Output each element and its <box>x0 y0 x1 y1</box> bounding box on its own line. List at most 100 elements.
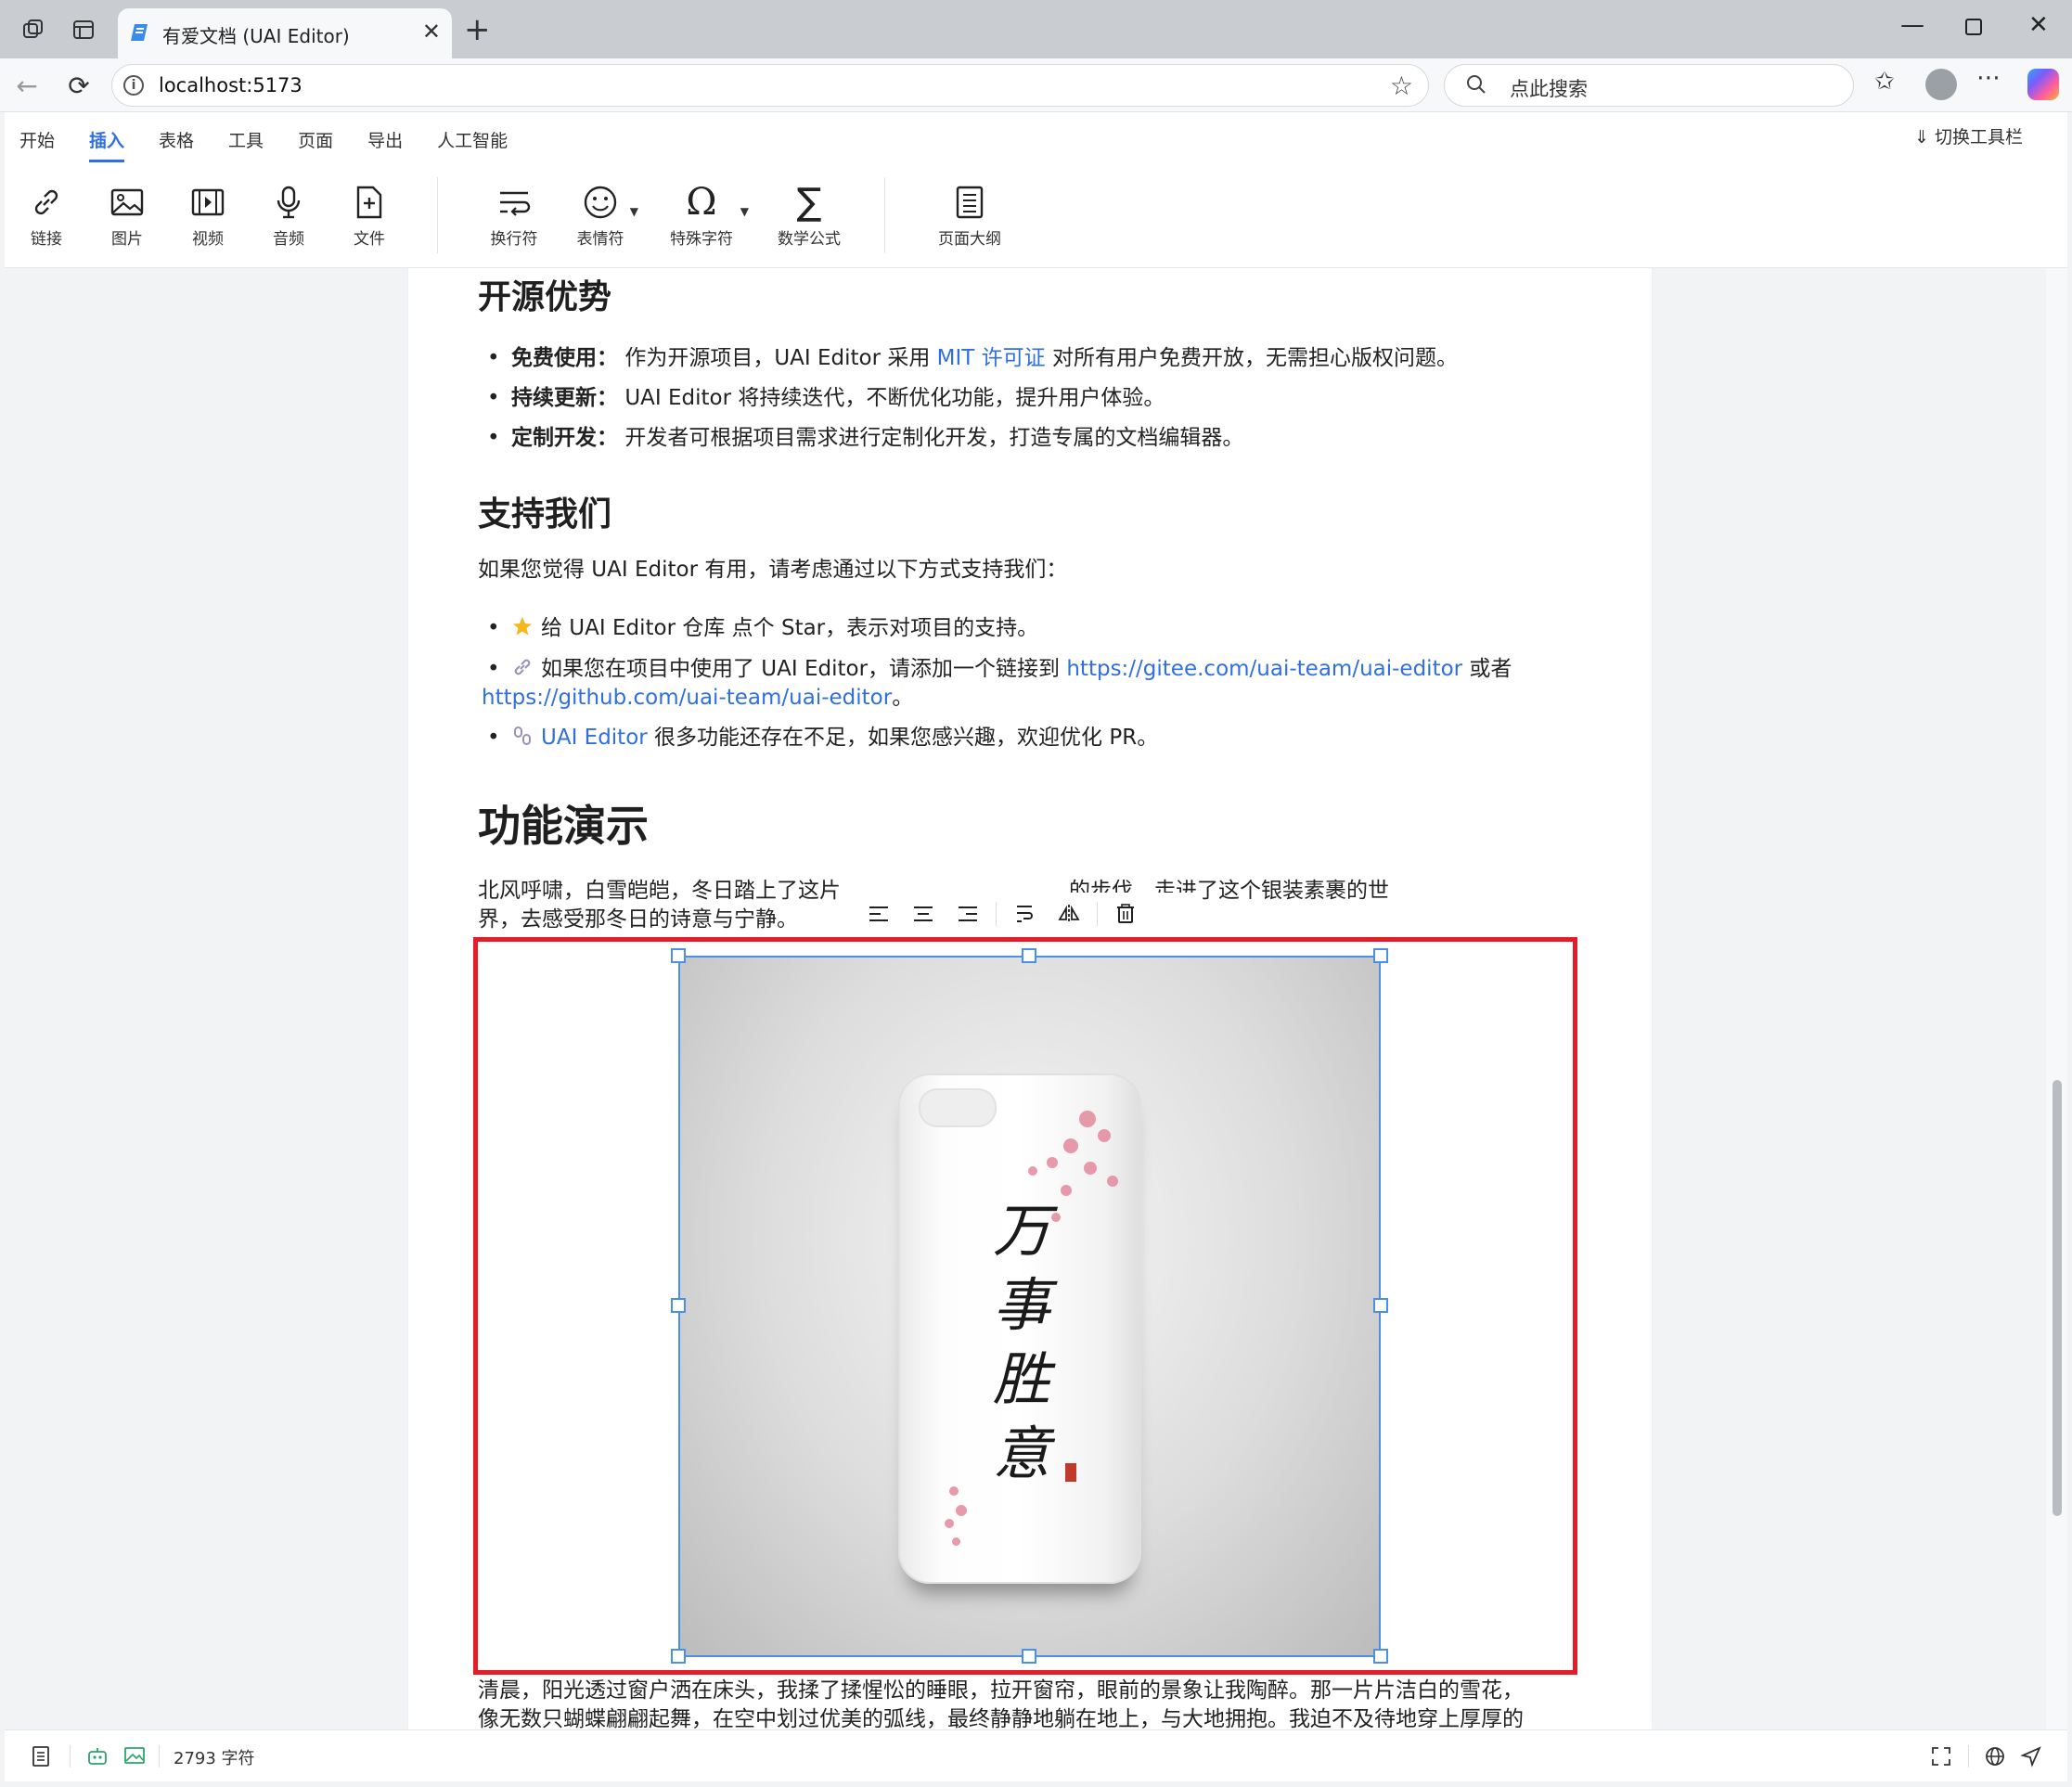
omega-icon: Ω <box>686 181 717 224</box>
resize-handle[interactable] <box>671 1649 686 1664</box>
outline-label: 页面大纲 <box>938 230 1001 249</box>
vertical-tabs-icon[interactable] <box>67 13 100 46</box>
insert-emoji-button[interactable]: 表情符 ▼ <box>559 181 642 249</box>
document-icon <box>32 1746 49 1767</box>
menu-table[interactable]: 表格 <box>159 127 194 152</box>
microphone-icon <box>277 186 301 219</box>
delete-image-button[interactable] <box>1103 895 1148 932</box>
text-wrap-button[interactable] <box>1002 895 1047 932</box>
insert-audio-button[interactable]: 音频 <box>247 181 330 249</box>
browser-tab[interactable]: 有爱文档 (UAI Editor) ✕ <box>118 8 452 58</box>
insert-special-char-button[interactable]: Ω 特殊字符 ▼ <box>660 181 749 249</box>
new-tab-button[interactable]: + <box>464 13 491 46</box>
image-icon <box>110 188 144 216</box>
address-bar[interactable]: i localhost:5173 ☆ <box>111 64 1429 107</box>
mit-license-link[interactable]: MIT 许可证 <box>937 346 1046 370</box>
language-button[interactable] <box>1984 1745 2006 1768</box>
uai-editor-link[interactable]: UAI Editor <box>541 726 648 750</box>
list-item-label: 持续更新： <box>511 386 618 410</box>
emoji-label: 表情符 <box>576 230 624 249</box>
favorites-icon[interactable]: ✩ <box>1874 68 1895 96</box>
browser-toolbar: ← ⟳ i localhost:5173 ☆ 点此搜索 ✩ ⋯ <box>0 58 2072 112</box>
profile-avatar[interactable] <box>1925 69 1957 100</box>
status-divider <box>159 1745 160 1768</box>
emoji-dropdown-icon[interactable]: ▼ <box>630 205 638 218</box>
status-divider <box>70 1745 71 1768</box>
video-label: 视频 <box>192 230 224 249</box>
video-icon <box>191 188 225 216</box>
camera-cutout <box>919 1088 997 1127</box>
image-mode-button[interactable] <box>123 1745 146 1766</box>
tab-title: 有爱文档 (UAI Editor) <box>162 25 350 47</box>
fullscreen-button[interactable] <box>1930 1745 1952 1768</box>
browser-tab-strip: 有爱文档 (UAI Editor) ✕ + — ✕ <box>0 0 2072 58</box>
flip-button[interactable] <box>1047 895 1091 932</box>
minimize-icon[interactable]: — <box>1900 11 1924 39</box>
search-icon <box>1465 73 1487 101</box>
insert-math-button[interactable]: ∑ 数学公式 <box>767 181 851 249</box>
search-box[interactable]: 点此搜索 <box>1444 64 1854 107</box>
resize-handle[interactable] <box>1373 1298 1388 1313</box>
resize-handle[interactable] <box>1373 948 1388 963</box>
copilot-icon[interactable] <box>2027 69 2059 100</box>
heading-open-source: 开源优势 <box>478 278 612 316</box>
sigma-icon: ∑ <box>796 181 822 224</box>
special-char-label: 特殊字符 <box>670 230 733 249</box>
menu-tools[interactable]: 工具 <box>228 127 264 152</box>
back-icon[interactable]: ← <box>9 68 45 103</box>
insert-image-button[interactable]: 图片 <box>85 181 169 249</box>
robot-icon <box>88 1748 107 1765</box>
selected-image[interactable]: 万事胜意 <box>678 956 1381 1657</box>
resize-handle[interactable] <box>1022 1649 1036 1664</box>
scrollbar-thumb[interactable] <box>2053 1080 2062 1516</box>
insert-video-button[interactable]: 视频 <box>166 181 250 249</box>
gitee-link[interactable]: https://gitee.com/uai-team/uai-editor <box>1066 657 1462 681</box>
toggle-toolbar-button[interactable]: ⇓ 切换工具栏 <box>1914 123 2023 148</box>
page-outline-button[interactable]: 页面大纲 <box>928 181 1011 249</box>
resize-handle[interactable] <box>671 1298 686 1313</box>
link-icon <box>34 189 58 215</box>
align-center-icon <box>914 906 933 921</box>
chain-icon <box>514 726 531 745</box>
align-right-button[interactable] <box>946 895 990 932</box>
editor-ribbon: 开始 插入 表格 工具 页面 导出 人工智能 ⇓ 切换工具栏 链接 图片 视频 … <box>5 112 2067 268</box>
toggle-toolbar-label: 切换工具栏 <box>1934 127 2023 148</box>
align-center-button[interactable] <box>901 895 946 932</box>
send-icon <box>2020 1746 2041 1768</box>
ai-robot-button[interactable] <box>86 1745 109 1768</box>
more-menu-icon[interactable]: ⋯ <box>1976 64 2001 92</box>
toggle-toolbar-icon: ⇓ <box>1914 127 1929 148</box>
image-label: 图片 <box>111 230 143 249</box>
insert-line-break-button[interactable]: 换行符 <box>472 181 556 249</box>
special-char-dropdown-icon[interactable]: ▼ <box>740 205 749 218</box>
insert-file-button[interactable]: 文件 <box>328 181 411 249</box>
workspaces-icon[interactable] <box>17 13 50 46</box>
resize-handle[interactable] <box>1022 948 1036 963</box>
phone-case-picture: 万事胜意 <box>898 1073 1141 1584</box>
send-button[interactable] <box>2020 1745 2042 1768</box>
status-divider <box>1968 1745 1969 1768</box>
site-info-icon[interactable]: i <box>123 75 144 96</box>
maximize-icon[interactable] <box>1963 9 1984 44</box>
toolbar-divider <box>1097 902 1098 926</box>
menu-insert[interactable]: 插入 <box>89 127 125 162</box>
menu-ai[interactable]: 人工智能 <box>437 127 508 152</box>
resize-handle[interactable] <box>671 948 686 963</box>
insert-toolbar: 链接 图片 视频 音频 文件 换行符 表情符 ▼ Ω 特殊字符 ▼ ∑ 数学公式… <box>5 181 2067 261</box>
close-window-icon[interactable]: ✕ <box>2028 11 2049 39</box>
favorite-star-icon[interactable]: ☆ <box>1390 71 1413 101</box>
menu-start[interactable]: 开始 <box>19 127 55 152</box>
resize-handle[interactable] <box>1373 1649 1388 1664</box>
refresh-icon[interactable]: ⟳ <box>61 68 97 103</box>
align-left-button[interactable] <box>856 895 901 932</box>
document-outline-button[interactable] <box>31 1745 51 1768</box>
menu-export[interactable]: 导出 <box>367 127 403 152</box>
close-tab-icon[interactable]: ✕ <box>422 19 441 45</box>
status-bar: 2793 字符 <box>5 1729 2067 1781</box>
calligraphy-text: 万事胜意 <box>992 1197 1050 1487</box>
menu-page[interactable]: 页面 <box>298 127 333 152</box>
line-break-label: 换行符 <box>490 230 538 249</box>
insert-link-button[interactable]: 链接 <box>5 181 88 249</box>
uai-editor-favicon-icon <box>131 24 148 41</box>
github-link[interactable]: https://github.com/uai-team/uai-editor <box>482 686 892 710</box>
